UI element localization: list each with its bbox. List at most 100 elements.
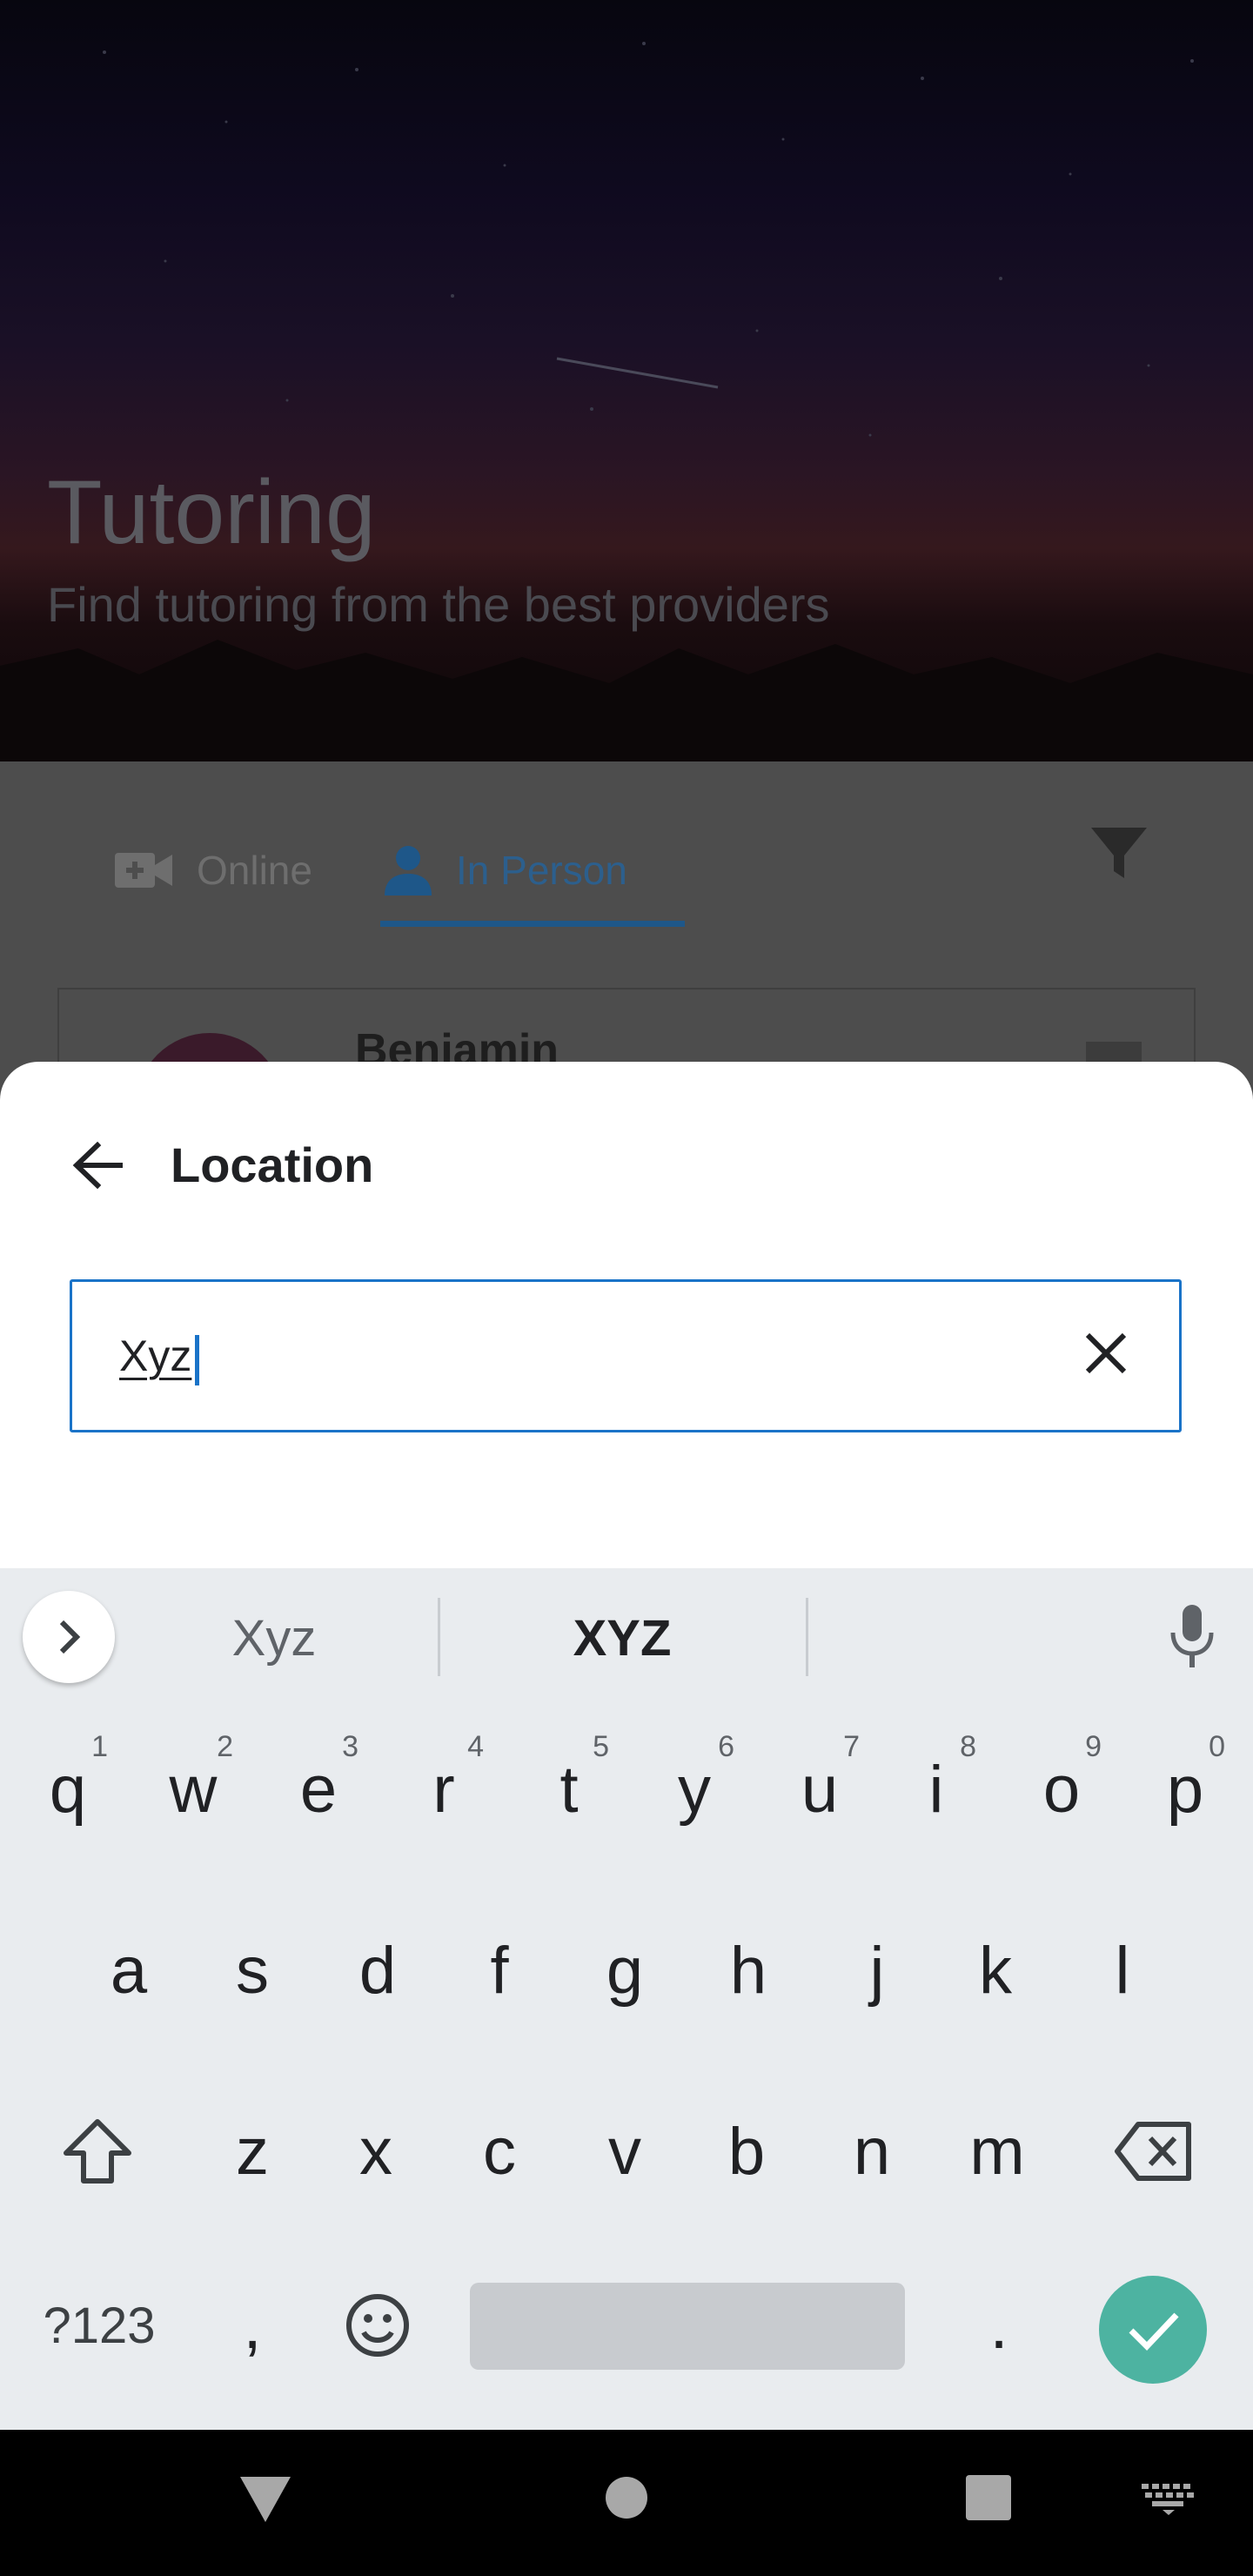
suggestion-item[interactable]: Xyz bbox=[139, 1600, 409, 1678]
hero-title: Tutoring bbox=[47, 462, 376, 563]
key-b[interactable]: b bbox=[684, 2066, 809, 2237]
location-search-field[interactable] bbox=[70, 1279, 1182, 1432]
key-label: u bbox=[801, 1752, 839, 1827]
key-u[interactable]: u7 bbox=[757, 1704, 882, 1875]
key-label: p bbox=[1166, 1752, 1204, 1827]
home-circle-icon[interactable] bbox=[604, 2475, 649, 2520]
key-n[interactable]: n bbox=[809, 2066, 935, 2237]
key-hint: 9 bbox=[1085, 1730, 1102, 1763]
key-label: x bbox=[359, 2114, 392, 2189]
key-label: s bbox=[236, 1933, 269, 2008]
key-label: l bbox=[1115, 1933, 1130, 2008]
key-hint: 5 bbox=[593, 1730, 609, 1763]
key-hint: 3 bbox=[342, 1730, 358, 1763]
key-label: t bbox=[559, 1752, 579, 1827]
microphone-icon[interactable] bbox=[1166, 1603, 1218, 1669]
key-label: m bbox=[969, 2114, 1025, 2189]
key-i[interactable]: i8 bbox=[874, 1704, 999, 1875]
key-label: w bbox=[169, 1752, 218, 1827]
key-label: e bbox=[299, 1752, 338, 1827]
key-a[interactable]: a bbox=[66, 1885, 191, 2056]
location-search-input[interactable] bbox=[119, 1317, 989, 1395]
sheet-title: Location bbox=[171, 1137, 374, 1192]
key-label: i bbox=[928, 1752, 944, 1827]
location-sheet: Location bbox=[0, 1062, 1253, 1584]
text-cursor bbox=[195, 1335, 199, 1385]
key-d[interactable]: d bbox=[315, 1885, 440, 2056]
key-t[interactable]: t5 bbox=[506, 1704, 632, 1875]
chevron-right-icon bbox=[59, 1620, 81, 1654]
key-h[interactable]: h bbox=[686, 1885, 811, 2056]
key-hint: 8 bbox=[960, 1730, 976, 1763]
suggestion-item[interactable]: XYZ bbox=[487, 1600, 757, 1678]
key-label: n bbox=[853, 2114, 891, 2189]
key-label: v bbox=[608, 2114, 641, 2189]
key-f[interactable]: f bbox=[437, 1885, 562, 2056]
mode-tabs: Online In Person bbox=[0, 761, 1253, 936]
filter-icon[interactable] bbox=[1089, 824, 1149, 883]
key-hint: 0 bbox=[1209, 1730, 1225, 1763]
backspace-icon bbox=[1115, 2122, 1191, 2181]
back-triangle-icon[interactable] bbox=[238, 2475, 292, 2524]
key-hint: 6 bbox=[718, 1730, 734, 1763]
shift-key[interactable] bbox=[35, 2066, 160, 2237]
recents-square-icon[interactable] bbox=[966, 2475, 1011, 2520]
key-hint: 2 bbox=[217, 1730, 233, 1763]
suggestion-divider bbox=[438, 1598, 440, 1676]
key-p[interactable]: p0 bbox=[1122, 1704, 1248, 1875]
check-icon bbox=[1129, 2312, 1179, 2351]
key-label: ?123 bbox=[43, 2297, 156, 2354]
key-label: c bbox=[483, 2114, 516, 2189]
system-navigation-bar bbox=[0, 2430, 1253, 2576]
suggestion-expand-button[interactable] bbox=[23, 1591, 115, 1683]
key-hint: 7 bbox=[843, 1730, 860, 1763]
person-icon bbox=[385, 846, 432, 896]
key-label: q bbox=[49, 1752, 87, 1827]
key-label: z bbox=[236, 2114, 269, 2189]
key-e[interactable]: e3 bbox=[256, 1704, 381, 1875]
tab-online-label: Online bbox=[197, 848, 312, 893]
key-w[interactable]: w2 bbox=[131, 1704, 256, 1875]
key-s[interactable]: s bbox=[190, 1885, 315, 2056]
key-l[interactable]: l bbox=[1060, 1885, 1185, 2056]
space-key[interactable] bbox=[470, 2283, 905, 2370]
key-m[interactable]: m bbox=[935, 2066, 1060, 2237]
key-c[interactable]: c bbox=[437, 2066, 562, 2237]
key-k[interactable]: k bbox=[933, 1885, 1058, 2056]
arrow-left-icon[interactable] bbox=[68, 1135, 129, 1196]
key-x[interactable]: x bbox=[313, 2066, 439, 2237]
key-hint: 1 bbox=[91, 1730, 108, 1763]
key-label: y bbox=[678, 1752, 711, 1827]
key-o[interactable]: o9 bbox=[999, 1704, 1124, 1875]
symbols-key[interactable]: ?123 bbox=[14, 2240, 184, 2411]
key-label: , bbox=[243, 2288, 262, 2363]
key-label: o bbox=[1042, 1752, 1081, 1827]
backspace-key[interactable] bbox=[1091, 2066, 1216, 2237]
done-key[interactable] bbox=[1099, 2276, 1207, 2384]
key-hint: 4 bbox=[467, 1730, 484, 1763]
key-v[interactable]: v bbox=[562, 2066, 687, 2237]
key-period[interactable]: . bbox=[936, 2240, 1062, 2411]
video-icon bbox=[115, 853, 172, 888]
emoji-key[interactable] bbox=[315, 2240, 440, 2411]
key-j[interactable]: j bbox=[814, 1885, 940, 2056]
key-label: . bbox=[989, 2288, 1008, 2363]
key-label: d bbox=[358, 1933, 397, 2008]
key-r[interactable]: r4 bbox=[381, 1704, 506, 1875]
key-label: g bbox=[606, 1933, 644, 2008]
key-g[interactable]: g bbox=[562, 1885, 687, 2056]
key-label: b bbox=[727, 2114, 766, 2189]
key-z[interactable]: z bbox=[190, 2066, 315, 2237]
close-icon[interactable] bbox=[1075, 1323, 1136, 1384]
key-label: h bbox=[729, 1933, 767, 2008]
shift-icon bbox=[64, 2119, 131, 2184]
tab-online[interactable]: Online bbox=[115, 814, 312, 927]
emoji-icon bbox=[346, 2294, 409, 2357]
keyboard-switch-icon[interactable] bbox=[1142, 2484, 1196, 2515]
key-q[interactable]: q1 bbox=[5, 1704, 131, 1875]
tab-in-person[interactable]: In Person bbox=[383, 814, 684, 927]
selected-tab-indicator bbox=[380, 921, 685, 927]
key-comma[interactable]: , bbox=[190, 2240, 315, 2411]
key-y[interactable]: y6 bbox=[632, 1704, 757, 1875]
suggestion-divider bbox=[806, 1598, 808, 1676]
